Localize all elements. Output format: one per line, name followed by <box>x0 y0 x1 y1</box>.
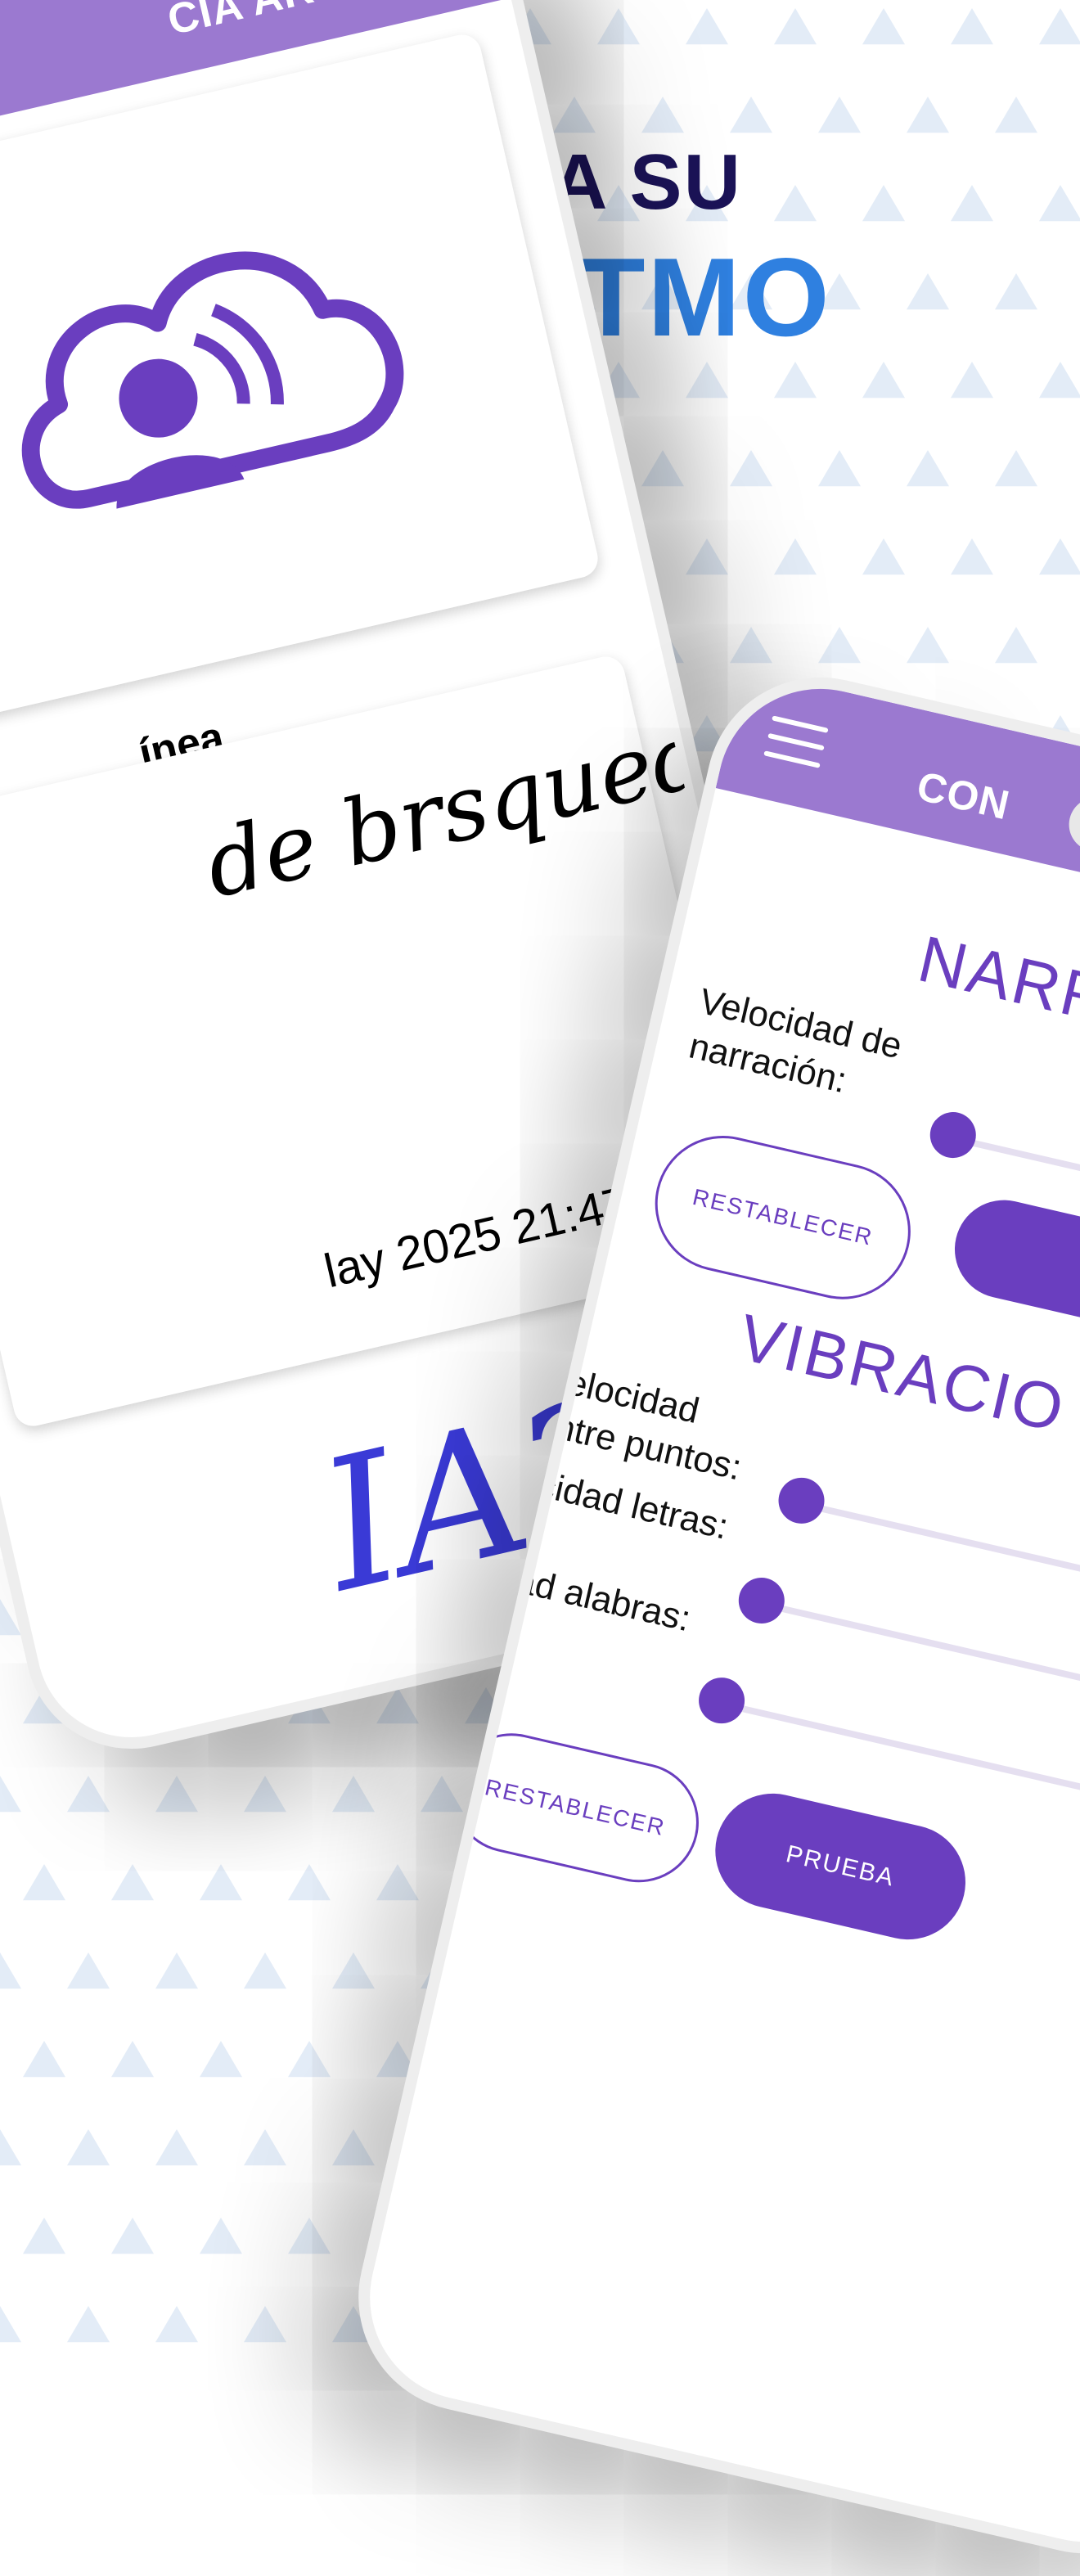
pattern-triangle <box>155 1952 198 1989</box>
pattern-triangle <box>1039 538 1080 575</box>
narration-reset-button[interactable]: RESTABLECER <box>641 1122 925 1313</box>
pattern-triangle <box>995 450 1037 487</box>
svg-text:de brsquedo: de brsquedo <box>196 693 696 918</box>
pattern-triangle <box>686 538 728 575</box>
pattern-triangle <box>67 2306 110 2343</box>
pattern-triangle <box>862 538 905 575</box>
handwriting-sample-1: de brsquedo <box>196 693 696 918</box>
pattern-triangle <box>288 1864 331 1901</box>
menu-icon[interactable] <box>763 715 829 771</box>
cloud-speaker-icon <box>21 251 404 509</box>
vibration-test-button[interactable]: PRUEBA <box>704 1781 977 1952</box>
pattern-triangle <box>23 2041 65 2078</box>
pattern-triangle <box>244 2306 286 2343</box>
settings-title: CON <box>912 763 1015 829</box>
pattern-triangle <box>951 362 993 399</box>
pattern-triangle <box>597 8 640 45</box>
pattern-triangle <box>111 1864 154 1901</box>
pattern-triangle <box>200 2218 242 2254</box>
vibration-words-track[interactable] <box>705 1697 1080 1796</box>
model-card[interactable]: ínea <box>0 30 602 778</box>
pattern-triangle <box>23 2218 65 2254</box>
pattern-triangle <box>244 2129 286 2166</box>
pattern-triangle <box>200 1864 242 1901</box>
vibration-words-slider[interactable] <box>694 1673 749 1728</box>
pattern-triangle <box>774 8 817 45</box>
pattern-triangle <box>67 1952 110 1989</box>
pattern-triangle <box>907 627 949 664</box>
pattern-triangle <box>995 627 1037 664</box>
pattern-triangle <box>730 97 772 133</box>
pattern-triangle <box>244 1952 286 1989</box>
vibration-words-label: ad alabras: <box>511 1560 695 1640</box>
pattern-triangle <box>730 627 772 664</box>
pattern-triangle <box>421 1776 463 1813</box>
pattern-triangle <box>155 1776 198 1813</box>
pattern-triangle <box>0 1952 21 1989</box>
pattern-triangle <box>288 2218 331 2254</box>
pattern-triangle <box>862 8 905 45</box>
pattern-triangle <box>951 8 993 45</box>
pattern-triangle <box>686 362 728 399</box>
pattern-triangle <box>1039 8 1080 45</box>
pattern-triangle <box>818 450 861 487</box>
pattern-triangle <box>332 1952 375 1989</box>
narration-speed-label: Velocidad de narración: <box>685 980 906 1101</box>
pattern-triangle <box>67 2129 110 2166</box>
narration-test-button[interactable] <box>945 1190 1080 1342</box>
pattern-triangle <box>332 2129 375 2166</box>
pattern-triangle <box>23 1864 65 1901</box>
pattern-triangle <box>376 1864 419 1901</box>
pattern-triangle <box>951 538 993 575</box>
pattern-triangle <box>111 2041 154 2078</box>
pattern-triangle <box>907 450 949 487</box>
pattern-triangle <box>0 1776 21 1813</box>
pattern-triangle <box>641 97 684 133</box>
pattern-triangle <box>553 97 596 133</box>
pattern-triangle <box>0 2129 21 2166</box>
pattern-triangle <box>288 2041 331 2078</box>
pattern-triangle <box>862 362 905 399</box>
pattern-triangle <box>111 2218 154 2254</box>
pattern-triangle <box>774 538 817 575</box>
pattern-triangle <box>155 2129 198 2166</box>
pattern-triangle <box>730 450 772 487</box>
pattern-triangle <box>0 2306 21 2343</box>
pattern-triangle <box>244 1776 286 1813</box>
pattern-triangle <box>155 2306 198 2343</box>
pattern-triangle <box>907 97 949 133</box>
header-title: CIA ARTIFI... <box>163 0 433 45</box>
pattern-triangle <box>774 362 817 399</box>
pattern-triangle <box>818 97 861 133</box>
toggle-switch[interactable] <box>1064 792 1080 858</box>
narration-section-title: NARR <box>911 921 1080 1038</box>
pattern-triangle <box>332 1776 375 1813</box>
pattern-triangle <box>686 8 728 45</box>
vibration-points-track[interactable] <box>785 1497 1080 1589</box>
pattern-triangle <box>67 1776 110 1813</box>
vibration-letters-track[interactable] <box>745 1596 1080 1692</box>
narration-speed-slider[interactable] <box>925 1107 981 1163</box>
pattern-triangle <box>200 2041 242 2078</box>
pattern-triangle <box>818 627 861 664</box>
pattern-triangle <box>1039 362 1080 399</box>
vibration-points-slider[interactable] <box>773 1473 830 1529</box>
pattern-triangle <box>641 450 684 487</box>
pattern-triangle <box>995 97 1037 133</box>
